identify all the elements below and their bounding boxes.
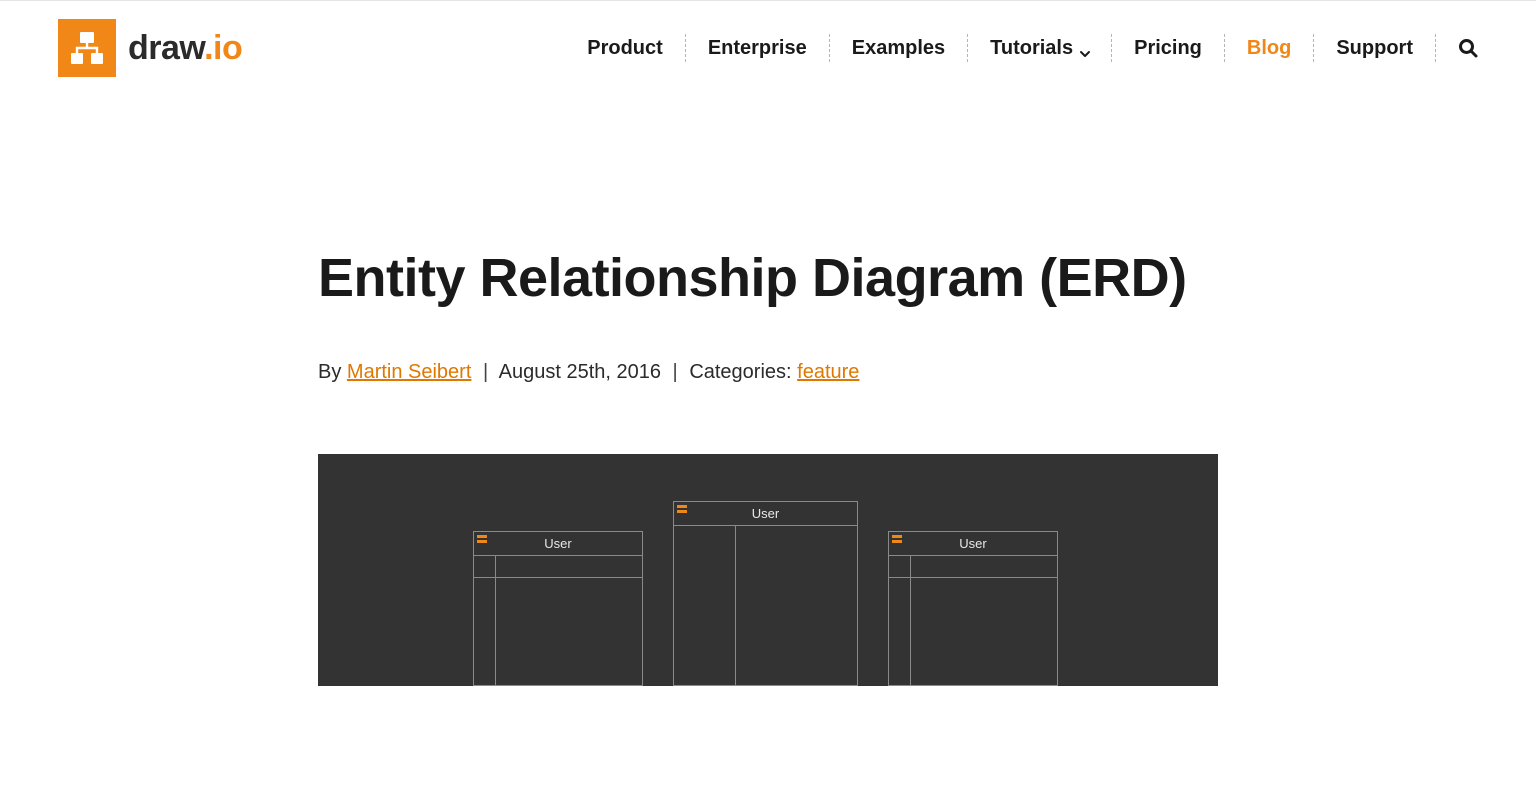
article-meta: By Martin Seibert | August 25th, 2016 | … [318,361,1218,384]
nav-support[interactable]: Support [1336,37,1413,60]
logo-text-dot: . [204,29,213,67]
meta-date: August 25th, 2016 [499,361,661,383]
search-icon [1458,38,1478,58]
logo-text: draw.io [128,29,242,68]
logo-text-part1: draw [128,29,204,67]
article-title: Entity Relationship Diagram (ERD) [318,245,1218,313]
article: Entity Relationship Diagram (ERD) By Mar… [318,95,1218,686]
hero-image: User User U [318,454,1218,686]
erd-entity-title: User [752,506,779,521]
main-nav: Product Enterprise Examples Tutorials Pr… [565,34,1478,62]
logo-text-part2: io [213,29,242,67]
meta-separator: | [667,361,684,383]
nav-blog[interactable]: Blog [1247,37,1291,60]
site-header: draw.io Product Enterprise Examples Tuto… [18,1,1518,95]
erd-entity-middle: User [673,501,858,686]
nav-pricing[interactable]: Pricing [1134,37,1202,60]
author-link[interactable]: Martin Seibert [347,361,472,383]
meta-separator: | [477,361,494,383]
entity-marker-icon [677,505,687,513]
meta-categories-label: Categories: [689,361,797,383]
erd-entity-right: User [888,531,1058,686]
erd-entity-header: User [889,532,1057,556]
chevron-down-icon [1079,43,1089,53]
nav-examples[interactable]: Examples [852,37,945,60]
logo[interactable]: draw.io [58,19,242,77]
search-button[interactable] [1458,38,1478,58]
entity-marker-icon [892,535,902,543]
erd-entity-header: User [674,502,857,526]
logo-mark-icon [58,19,116,77]
erd-entity-body [674,526,857,685]
meta-by-label: By [318,361,347,383]
nav-product[interactable]: Product [587,37,663,60]
nav-tutorials[interactable]: Tutorials [990,37,1089,60]
nav-tutorials-label: Tutorials [990,37,1073,60]
erd-entity-header: User [474,532,642,556]
erd-entity-title: User [959,536,986,551]
nav-enterprise[interactable]: Enterprise [708,37,807,60]
erd-entity-body [474,556,642,686]
erd-entity-left: User [473,531,643,686]
erd-entity-title: User [544,536,571,551]
entity-marker-icon [477,535,487,543]
category-link[interactable]: feature [797,361,859,383]
erd-entity-body [889,556,1057,686]
